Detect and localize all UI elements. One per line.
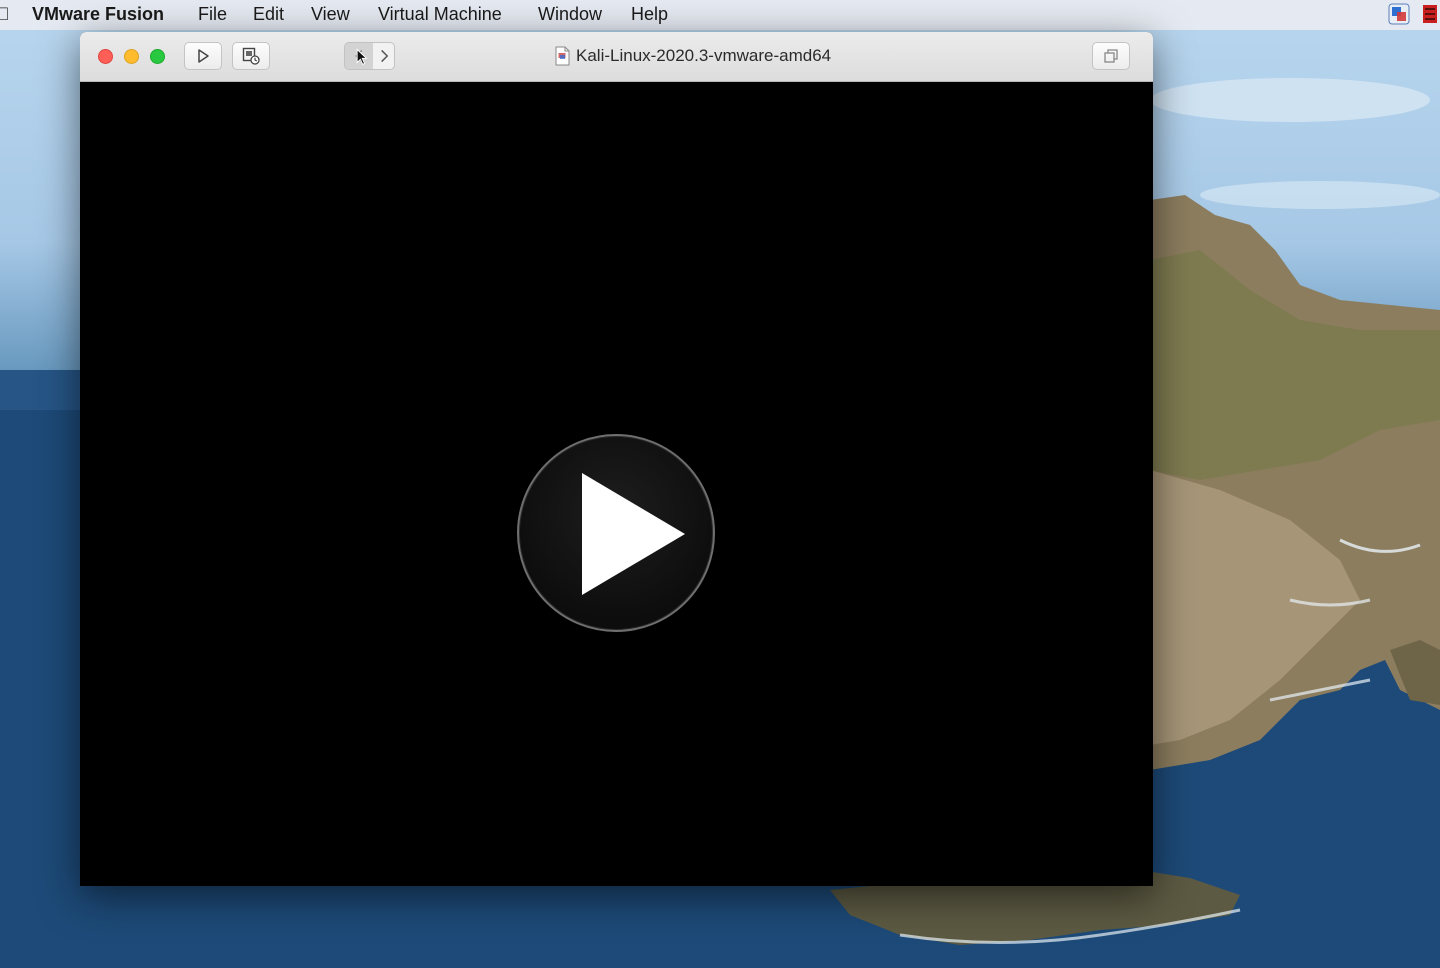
restore-window-icon: [1104, 49, 1118, 63]
vm-file-icon: [555, 46, 570, 66]
menu-bar-status-icons: [1388, 3, 1440, 25]
vm-console[interactable]: [80, 82, 1153, 886]
chevron-left-icon[interactable]: [343, 42, 374, 70]
desktop:  VMware Fusion File Edit View Virtual M…: [0, 0, 1440, 968]
enter-unity-button[interactable]: [1092, 42, 1130, 70]
navigation-group: [335, 42, 403, 70]
recording-status-icon[interactable]: [1418, 3, 1440, 25]
snapshot-icon: [242, 47, 260, 65]
vm-window: Kali-Linux-2020.3-vmware-amd64: [80, 32, 1153, 886]
menu-virtual-machine[interactable]: Virtual Machine: [378, 4, 502, 25]
menu-edit[interactable]: Edit: [253, 4, 284, 25]
vmware-status-icon[interactable]: [1388, 3, 1410, 25]
play-icon: [198, 49, 209, 63]
start-vm-button[interactable]: [184, 42, 222, 70]
chevron-right-icon[interactable]: [372, 42, 395, 70]
menu-help[interactable]: Help: [631, 4, 668, 25]
menu-window[interactable]: Window: [538, 4, 602, 25]
menu-view[interactable]: View: [311, 4, 350, 25]
window-close-button[interactable]: [98, 49, 113, 64]
window-zoom-button[interactable]: [150, 49, 165, 64]
snapshot-button[interactable]: [232, 42, 270, 70]
play-icon: [582, 473, 685, 595]
menu-app-name[interactable]: VMware Fusion: [32, 4, 164, 25]
window-titlebar[interactable]: Kali-Linux-2020.3-vmware-amd64: [80, 32, 1153, 82]
window-minimize-button[interactable]: [124, 49, 139, 64]
menu-file[interactable]: File: [198, 4, 227, 25]
window-title: Kali-Linux-2020.3-vmware-amd64: [576, 46, 832, 65]
power-on-vm-button[interactable]: [517, 434, 715, 632]
window-title-area: Kali-Linux-2020.3-vmware-amd64: [554, 46, 831, 66]
menu-bar:  VMware Fusion File Edit View Virtual M…: [0, 0, 1440, 30]
apple-menu-icon[interactable]: : [0, 4, 10, 25]
